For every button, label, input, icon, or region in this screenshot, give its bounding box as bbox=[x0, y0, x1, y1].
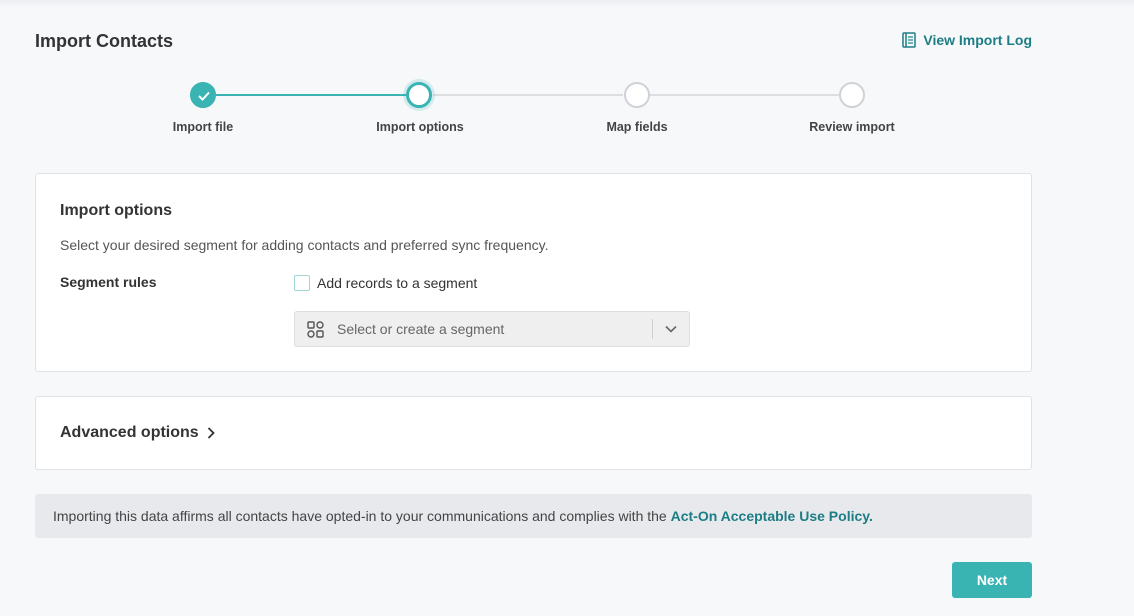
policy-notice-text: Importing this data affirms all contacts… bbox=[53, 508, 671, 524]
step-label-review-import: Review import bbox=[809, 120, 895, 134]
policy-notice: Importing this data affirms all contacts… bbox=[35, 494, 1032, 538]
step-pending-indicator bbox=[839, 82, 865, 108]
policy-link-period: . bbox=[869, 508, 873, 524]
acceptable-use-policy-link[interactable]: Act-On Acceptable Use Policy bbox=[671, 508, 869, 524]
segment-grid-icon bbox=[307, 320, 324, 338]
import-options-title: Import options bbox=[60, 202, 172, 219]
import-options-card: Import options Select your desired segme… bbox=[35, 173, 1032, 372]
page-title: Import Contacts bbox=[35, 31, 174, 51]
step-pending-indicator bbox=[624, 82, 650, 108]
advanced-options-title: Advanced options bbox=[60, 424, 199, 441]
step-current-indicator bbox=[406, 82, 432, 108]
document-list-icon bbox=[902, 32, 917, 48]
step-label-map-fields: Map fields bbox=[606, 120, 668, 134]
add-to-segment-label: Add records to a segment bbox=[317, 275, 478, 291]
segment-rules-label: Segment rules bbox=[60, 274, 157, 290]
add-to-segment-option[interactable]: Add records to a segment bbox=[294, 275, 477, 291]
chevron-right-icon bbox=[207, 427, 215, 439]
progress-stepper: Import file Import options Map fields Re… bbox=[0, 82, 1134, 142]
chevron-down-icon[interactable] bbox=[653, 325, 689, 333]
step-connector bbox=[650, 94, 839, 96]
view-import-log-link[interactable]: View Import Log bbox=[902, 32, 1032, 48]
advanced-options-card: Advanced options bbox=[35, 396, 1032, 470]
top-shadow bbox=[0, 0, 1134, 8]
step-connector bbox=[216, 94, 406, 96]
step-complete-indicator bbox=[190, 82, 216, 108]
advanced-options-toggle[interactable]: Advanced options bbox=[60, 424, 215, 442]
import-options-description: Select your desired segment for adding c… bbox=[60, 237, 549, 253]
step-connector bbox=[433, 94, 623, 96]
step-label-import-file: Import file bbox=[172, 120, 234, 134]
segment-select-placeholder: Select or create a segment bbox=[337, 321, 505, 337]
next-button[interactable]: Next bbox=[952, 562, 1032, 598]
step-label-import-options: Import options bbox=[376, 120, 464, 134]
add-to-segment-checkbox[interactable] bbox=[294, 275, 310, 291]
checkmark-icon bbox=[198, 91, 210, 101]
view-import-log-label: View Import Log bbox=[923, 32, 1032, 48]
segment-select[interactable]: Select or create a segment bbox=[294, 311, 690, 347]
